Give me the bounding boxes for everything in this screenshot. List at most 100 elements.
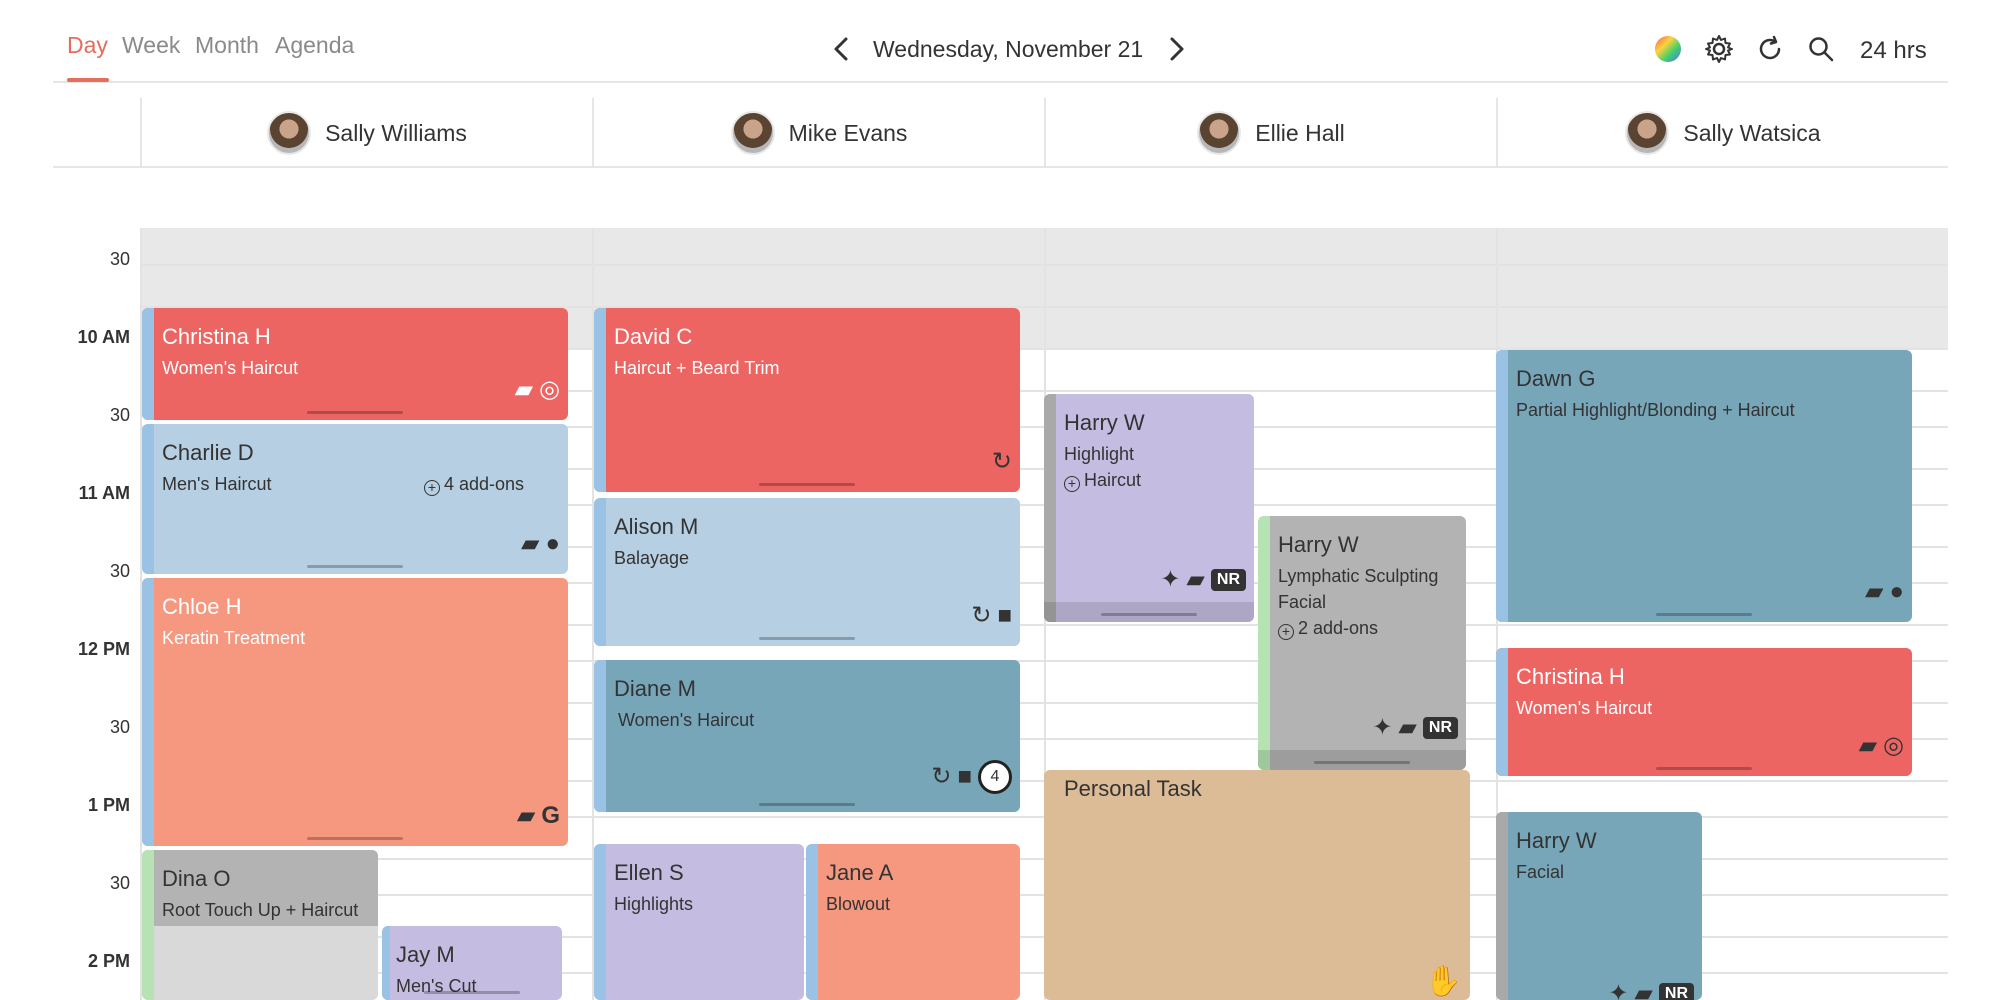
staff-name: Sally Watsica [1683,119,1821,146]
service-name: Men's Haircut [162,474,272,494]
hours-range-toggle[interactable]: 24 hrs [1860,37,1927,65]
appointment-card[interactable]: Harry W Highlight + Haircut ✦ ▰ NR [1044,394,1254,622]
client-name: Jay M [396,942,455,967]
search-icon[interactable] [1806,34,1836,64]
sparkle-icon: ✦ [1608,980,1629,1000]
appointment-card[interactable]: Christina H Women's Haircut ▰ ◎ [1496,648,1912,776]
addon-icon: + [1064,476,1080,492]
sparkle-icon: ✦ [1372,714,1393,741]
service-name-line2: Facial [1278,592,1327,612]
resize-handle[interactable] [1656,613,1752,616]
staff-name: Mike Evans [788,119,908,146]
client-name: Charlie D [162,440,254,465]
appointment-card[interactable]: Dina O Root Touch Up + Haircut [142,850,378,1000]
apple-icon: ● [1889,578,1905,605]
tab-day[interactable]: Day [67,32,108,59]
gear-icon[interactable] [1704,34,1734,64]
calendar-toolbar: Day Week Month Agenda Wednesday, Novembe… [53,0,1948,83]
appointment-icons: ↻ [992,450,1012,474]
resize-handle[interactable] [759,803,855,806]
staff-column-header[interactable]: Mike Evans [592,98,1044,168]
resize-handle[interactable] [1101,613,1197,616]
service-name: Highlight [1064,444,1135,464]
note-icon: ▰ [521,530,540,557]
note-icon: ▰ [516,802,536,829]
appointment-icons: ✦ ▰ NR [1160,568,1246,592]
appointment-icons: ▰ ◎ [515,378,560,402]
resize-handle[interactable] [307,565,403,568]
time-label: 30 [109,561,130,581]
visit-count-badge: 4 [978,760,1012,794]
note-icon: ▰ [1186,566,1205,593]
service-name: Root Touch Up + Haircut [162,900,359,920]
client-name: Christina H [162,324,271,349]
appointment-card[interactable]: Jane A Blowout [806,844,1020,1000]
appointment-card[interactable]: Chloe H Keratin Treatment ▰ G [142,578,568,846]
resize-handle[interactable] [759,637,855,640]
appointment-card[interactable]: Jay M Men's Cut [382,926,562,1000]
resize-handle[interactable] [424,991,520,994]
appointment-card[interactable]: Charlie D Men's Haircut +4 add-ons ▰ ● [142,424,568,574]
client-name: Harry W [1064,410,1145,435]
appointment-icons: ▰ ◎ [1859,734,1904,758]
tab-week[interactable]: Week [122,32,180,59]
status-stripe [1258,516,1270,770]
appointment-card[interactable]: Christina H Women's Haircut ▰ ◎ [142,308,568,420]
staff-column-header[interactable]: Sally Williams [140,98,592,168]
appointment-card[interactable]: Harry W Facial ✦ ▰ NR [1496,812,1702,1000]
personal-task-card[interactable]: Personal Task ✋ [1044,770,1470,1000]
status-stripe [1044,394,1056,622]
color-wheel-icon[interactable] [1653,34,1683,64]
appointment-card[interactable]: Harry W Lymphatic Sculpting Facial +2 ad… [1258,516,1466,770]
appointment-icons: ▰ ● [1865,580,1904,604]
appointment-card[interactable]: Alison M Balayage ↻ ■ [594,498,1020,646]
status-stripe [1496,648,1508,776]
processing-bar [1044,602,1254,622]
appointment-card[interactable]: Diane M Women's Haircut ↻ ■ 4 [594,660,1020,812]
instagram-icon: ◎ [539,376,560,403]
resize-handle[interactable] [307,837,403,840]
recurring-icon: ↻ [991,448,1012,475]
client-name: David C [614,324,693,349]
resize-handle[interactable] [1314,761,1410,764]
client-name: Harry W [1278,532,1359,557]
client-name: Dawn G [1516,366,1596,391]
video-icon: ■ [997,602,1013,629]
client-name: Alison M [614,514,699,539]
resize-handle[interactable] [307,411,403,414]
tab-agenda[interactable]: Agenda [275,32,354,59]
appointment-card[interactable]: David C Haircut + Beard Trim ↻ [594,308,1020,492]
current-date[interactable]: Wednesday, November 21 [873,36,1143,63]
service-name: Partial Highlight/Blonding + Haircut [1516,400,1795,420]
addons-count: 4 add-ons [444,474,525,494]
appointment-icons: ✦ ▰ NR [1608,982,1694,1000]
processing-bar [1258,750,1466,770]
staff-name: Ellie Hall [1255,119,1345,146]
note-icon: ▰ [1858,732,1878,759]
resize-handle[interactable] [759,483,855,486]
recurring-icon: ↻ [971,602,992,629]
nr-badge: NR [1422,717,1458,739]
previous-day-icon[interactable] [827,34,857,64]
time-label: 30 [109,249,130,269]
time-label: 30 [109,717,130,737]
service-name: Lymphatic Sculpting [1278,566,1439,586]
staff-column-header[interactable]: Sally Watsica [1496,98,1948,168]
appointment-card[interactable]: Dawn G Partial Highlight/Blonding + Hair… [1496,350,1912,622]
next-day-icon[interactable] [1161,34,1191,64]
nr-badge: NR [1658,983,1694,1000]
resize-handle[interactable] [1656,767,1752,770]
appointment-card[interactable]: Ellen S Highlights [594,844,804,1000]
refresh-icon[interactable] [1755,34,1785,64]
service-name: Highlights [614,894,694,914]
tab-month[interactable]: Month [195,32,259,59]
video-icon: ■ [957,763,973,790]
addon-icon: + [1278,624,1294,640]
status-stripe [142,850,154,1000]
time-label: 30 [109,405,130,425]
appointment-icons: ↻ ■ [971,604,1012,628]
staff-column-header[interactable]: Ellie Hall [1044,98,1496,168]
instagram-icon: ◎ [1883,732,1904,759]
appointment-icons: ↻ ■ 4 [931,760,1012,794]
service-name: Blowout [826,894,891,914]
